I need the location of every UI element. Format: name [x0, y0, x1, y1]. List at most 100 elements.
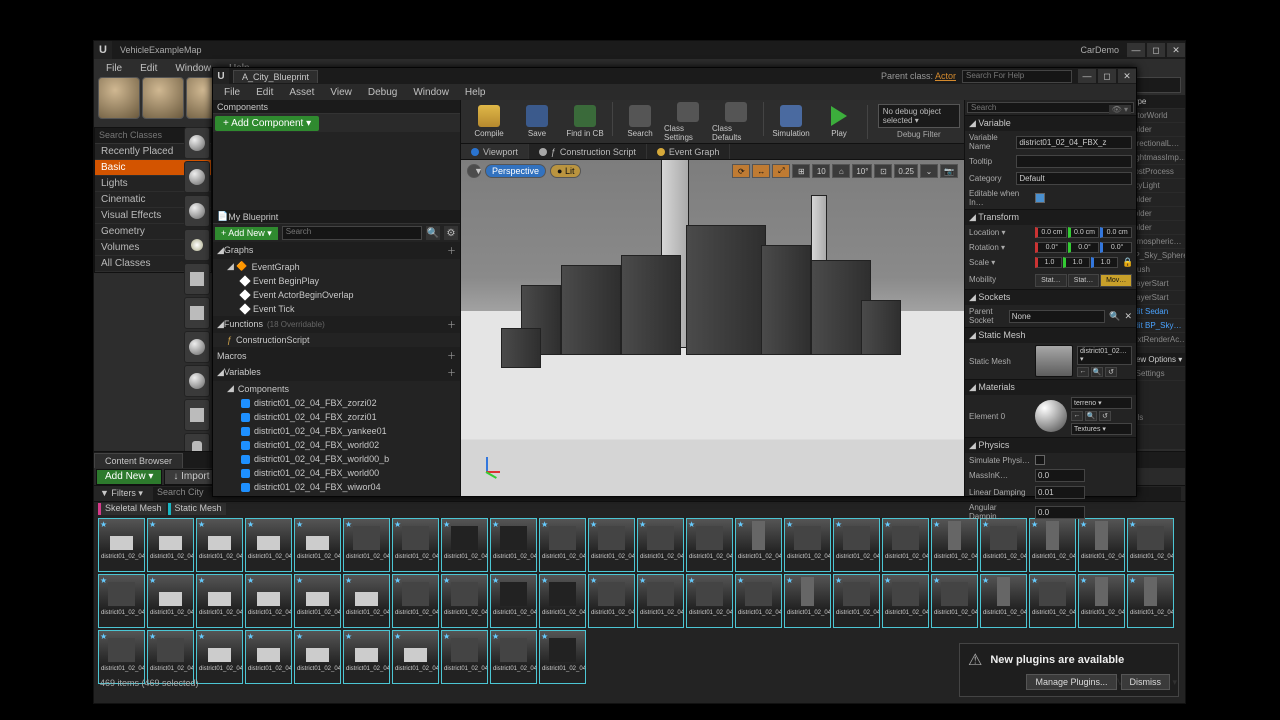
linear-damping-input[interactable]: [1035, 486, 1085, 499]
bp-menu-window[interactable]: Window: [406, 86, 456, 99]
simulation-button[interactable]: Simulation: [767, 102, 815, 142]
asset-item[interactable]: ★district01_02_04_FBX_: [931, 574, 978, 628]
material-thumb[interactable]: [1035, 400, 1067, 432]
mobility-movable[interactable]: Mov…: [1100, 274, 1132, 287]
save-button[interactable]: Save: [513, 102, 561, 142]
component-variable[interactable]: district01_02_04_FBX_zorzi02: [213, 396, 460, 410]
asset-item[interactable]: ★district01_02_04_FBX_: [196, 630, 243, 684]
asset-item[interactable]: ★district01_02_04_FBX_: [882, 574, 929, 628]
place-thumb[interactable]: [184, 399, 210, 431]
asset-item[interactable]: ★district01_02_04_FBX_: [490, 574, 537, 628]
asset-item[interactable]: ★district01_02_04_FBX_: [637, 574, 684, 628]
vp-gizmo[interactable]: ⊡: [874, 164, 892, 178]
cb-import-button[interactable]: ↓ Import: [164, 469, 218, 485]
asset-item[interactable]: ★district01_02_04_FBX_: [490, 630, 537, 684]
asset-item[interactable]: ★district01_02_04_FBX_strada: [637, 518, 684, 572]
asset-item[interactable]: ★district01_02_04_FBX_: [539, 574, 586, 628]
bp-maximize[interactable]: ◻: [1098, 69, 1116, 83]
mat-use-icon[interactable]: ←: [1071, 411, 1083, 421]
asset-item[interactable]: ★district01_02_04_FBX_: [1078, 574, 1125, 628]
place-thumb[interactable]: [184, 161, 210, 193]
component-variable[interactable]: district01_02_04_FBX_yankee01: [213, 424, 460, 438]
asset-item[interactable]: ★district01_02_04_FBX_strada: [931, 518, 978, 572]
mass-input[interactable]: [1035, 469, 1085, 482]
component-variable[interactable]: district01_02_04_FBX_zorzi01: [213, 410, 460, 424]
components-panel-header[interactable]: Components: [213, 100, 460, 114]
place-thumb[interactable]: [184, 331, 210, 363]
menu-file[interactable]: File: [98, 61, 130, 76]
mobility-static[interactable]: Stat…: [1035, 274, 1067, 287]
vp-gizmo[interactable]: 10: [812, 164, 830, 178]
minimize-button[interactable]: —: [1127, 43, 1145, 57]
textures-dropdown[interactable]: Textures ▾: [1071, 423, 1132, 435]
loc-z[interactable]: 0.0 cm: [1100, 227, 1132, 238]
debug-object-select[interactable]: No debug object selected ▾: [878, 104, 960, 128]
vp-gizmo[interactable]: 📷: [940, 164, 958, 178]
category-select[interactable]: Default: [1016, 172, 1132, 185]
filter-tag-static[interactable]: Static Mesh: [168, 503, 226, 515]
asset-item[interactable]: ★district01_02_04_FBX_: [441, 630, 488, 684]
asset-item[interactable]: ★district01_02_04_FBX_strada: [735, 518, 782, 572]
asset-item[interactable]: ★district01_02_04_FBX_: [245, 574, 292, 628]
asset-item[interactable]: ★district01_02_04_FBX_strada: [980, 518, 1027, 572]
asset-item[interactable]: ★district01_02_04_FBX_strada: [539, 518, 586, 572]
component-variable[interactable]: district01_02_04_FBX_world00_b: [213, 452, 460, 466]
reset-icon[interactable]: ↺: [1105, 367, 1117, 377]
asset-item[interactable]: ★district01_02_04_FBX_: [245, 630, 292, 684]
asset-item[interactable]: ★district01_02_04_FBX_strada: [1127, 518, 1174, 572]
asset-item[interactable]: ★district01_02_04_FBX_strada: [294, 518, 341, 572]
variable-name-input[interactable]: [1016, 136, 1132, 149]
mybp-add-button[interactable]: + Add New ▾: [215, 227, 278, 240]
maximize-button[interactable]: ◻: [1147, 43, 1165, 57]
component-variable[interactable]: district01_02_04_FBX_world00: [213, 466, 460, 480]
cb-filters-button[interactable]: ▼ Filters ▾: [94, 487, 149, 500]
find-in-cb-button[interactable]: Find in CB: [561, 102, 609, 142]
dismiss-button[interactable]: Dismiss: [1121, 674, 1171, 690]
component-variable[interactable]: district01_02_04_FBX_world02: [213, 438, 460, 452]
asset-item[interactable]: ★district01_02_04_FBX_strada: [196, 518, 243, 572]
bp-menu-view[interactable]: View: [323, 86, 359, 99]
compile-button[interactable]: Compile: [465, 102, 513, 142]
mybp-search[interactable]: Search: [282, 226, 422, 240]
loc-x[interactable]: 0.0 cm: [1035, 227, 1067, 238]
eventgraph-item[interactable]: ◢ 🔶 EventGraph: [213, 259, 460, 274]
socket-clear-icon[interactable]: ✕: [1124, 311, 1132, 322]
vp-gizmo[interactable]: ⟳: [732, 164, 750, 178]
asset-item[interactable]: ★district01_02_04_FBX_strada: [833, 518, 880, 572]
asset-item[interactable]: ★district01_02_04_FBX_: [98, 574, 145, 628]
rot-x[interactable]: 0.0°: [1035, 242, 1067, 253]
asset-item[interactable]: ★district01_02_04_FBX_: [343, 574, 390, 628]
sec-variable[interactable]: ◢ Variable: [965, 116, 1136, 131]
place-thumb[interactable]: [184, 263, 210, 295]
asset-item[interactable]: ★district01_02_04_FBX_: [1127, 574, 1174, 628]
asset-item[interactable]: ★district01_02_04_FBX_strada: [343, 518, 390, 572]
bp-tab-title[interactable]: A_City_Blueprint: [233, 70, 318, 83]
asset-item[interactable]: ★district01_02_04_FBX_: [686, 574, 733, 628]
asset-item[interactable]: ★district01_02_04_FBX_: [980, 574, 1027, 628]
vp-gizmo[interactable]: ⤢: [772, 164, 790, 178]
event-item[interactable]: Event BeginPlay: [213, 274, 460, 288]
cat-variables[interactable]: ◢Variables＋: [213, 364, 460, 381]
asset-item[interactable]: ★district01_02_04_FBX_: [441, 574, 488, 628]
component-variable[interactable]: district01_02_04_FBX_wiwor04: [213, 480, 460, 494]
asset-item[interactable]: ★district01_02_04_FBX_strada: [1078, 518, 1125, 572]
mat-browse-icon[interactable]: 🔍: [1085, 411, 1097, 421]
place-thumb[interactable]: [184, 127, 210, 159]
asset-item[interactable]: ★district01_02_04_FBX_strada: [490, 518, 537, 572]
search-button[interactable]: Search: [616, 102, 664, 142]
bp-menu-debug[interactable]: Debug: [361, 86, 404, 99]
vp-gizmo[interactable]: ⌂: [832, 164, 850, 178]
editable-checkbox[interactable]: [1035, 193, 1045, 203]
scale-x[interactable]: 1.0: [1035, 257, 1062, 268]
bp-menu-asset[interactable]: Asset: [282, 86, 321, 99]
blueprint-viewport[interactable]: ▼ Perspective ● Lit ⟳↔⤢⊞10⌂10°⊡0.25⌄📷: [461, 160, 964, 496]
asset-item[interactable]: ★district01_02_04_FBX_: [147, 574, 194, 628]
material-select[interactable]: terreno ▾: [1071, 397, 1132, 409]
bp-minimize[interactable]: —: [1078, 69, 1096, 83]
place-thumb[interactable]: [184, 195, 210, 227]
asset-item[interactable]: ★district01_02_04_FBX_strada: [588, 518, 635, 572]
class-defaults-button[interactable]: Class Defaults: [712, 102, 760, 142]
shelf-icon[interactable]: [98, 77, 140, 119]
sec-static-mesh[interactable]: ◢ Static Mesh: [965, 328, 1136, 343]
asset-item[interactable]: ★district01_02_04_FBX_strada: [98, 518, 145, 572]
